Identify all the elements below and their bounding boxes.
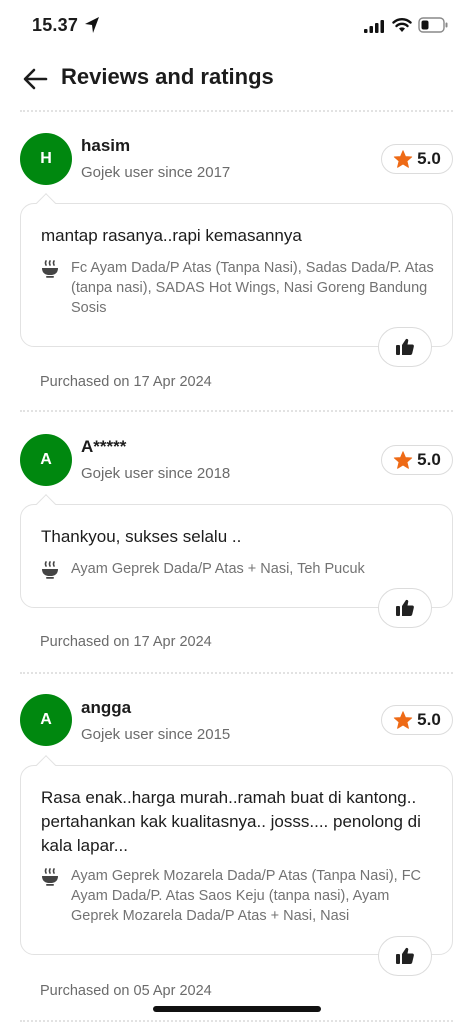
review-comment: mantap rasanya..rapi kemasannya	[41, 226, 302, 245]
review-comment: Thankyou, sukses selalu ..	[41, 527, 242, 546]
bowl-icon	[42, 561, 58, 579]
reviewer-name: hasim	[81, 136, 131, 155]
review-divider	[20, 1020, 453, 1022]
back-button[interactable]	[20, 64, 52, 94]
status-time: 15.37	[32, 15, 79, 35]
wifi-icon	[392, 18, 412, 32]
star-icon	[394, 150, 413, 168]
thumbs-up-icon	[396, 599, 414, 616]
ordered-items-text: Ayam Geprek Dada/P Atas + Nasi, Teh Pucu…	[71, 561, 365, 577]
home-indicator	[153, 1006, 321, 1012]
ordered-items-text: Ayam Geprek Mozarela Dada/P Atas (Tanpa …	[71, 868, 422, 924]
rating-value: 5.0	[417, 710, 441, 729]
back-arrow-icon	[23, 68, 48, 90]
review-item: A A***** Gojek user since 2018 5.0 Thank…	[0, 412, 473, 674]
like-button[interactable]	[378, 588, 432, 628]
reviewer-name: angga	[81, 698, 132, 717]
review-item: A angga Gojek user since 2015 5.0 Rasa e…	[0, 674, 473, 1020]
review-bubble: mantap rasanya..rapi kemasannya Fc Ayam …	[20, 193, 453, 347]
avatar: A	[20, 694, 72, 746]
ordered-items-text: Fc Ayam Dada/P Atas (Tanpa Nasi), Sadas …	[71, 260, 434, 316]
battery-icon	[418, 17, 448, 33]
avatar: A	[20, 434, 72, 486]
status-bar: 15.37	[0, 0, 473, 52]
like-button[interactable]	[378, 327, 432, 367]
bowl-icon	[42, 260, 58, 278]
rating-badge: 5.0	[381, 705, 453, 735]
reviewer-since: Gojek user since 2015	[81, 726, 231, 743]
rating-badge: 5.0	[381, 445, 453, 475]
purchase-date: Purchased on 17 Apr 2024	[40, 634, 212, 650]
purchase-date: Purchased on 17 Apr 2024	[40, 374, 212, 390]
purchase-date: Purchased on 05 Apr 2024	[40, 983, 212, 999]
thumbs-up-icon	[396, 338, 414, 355]
review-bubble: Rasa enak..harga murah..ramah buat di ka…	[20, 755, 453, 955]
review-item: H hasim Gojek user since 2017 5.0 mantap…	[0, 112, 473, 410]
bowl-icon	[42, 868, 58, 886]
like-button[interactable]	[378, 936, 432, 976]
bubble-notch	[36, 494, 56, 514]
reviewer-since: Gojek user since 2017	[81, 164, 231, 181]
star-icon	[394, 451, 413, 469]
star-icon	[394, 711, 413, 729]
rating-badge: 5.0	[381, 144, 453, 174]
bubble-notch	[36, 755, 56, 775]
rating-value: 5.0	[417, 450, 441, 469]
rating-value: 5.0	[417, 149, 441, 168]
review-comment: Rasa enak..harga murah..ramah buat di ka…	[41, 788, 421, 855]
cellular-signal-icon	[364, 20, 384, 33]
avatar: H	[20, 133, 72, 185]
thumbs-up-icon	[396, 947, 414, 964]
reviewer-since: Gojek user since 2018	[81, 465, 231, 482]
location-arrow-icon	[85, 17, 99, 33]
bubble-notch	[36, 193, 56, 213]
reviewer-name: A*****	[81, 437, 127, 456]
page-title: Reviews and ratings	[61, 64, 274, 89]
page-header: Reviews and ratings	[0, 52, 473, 112]
